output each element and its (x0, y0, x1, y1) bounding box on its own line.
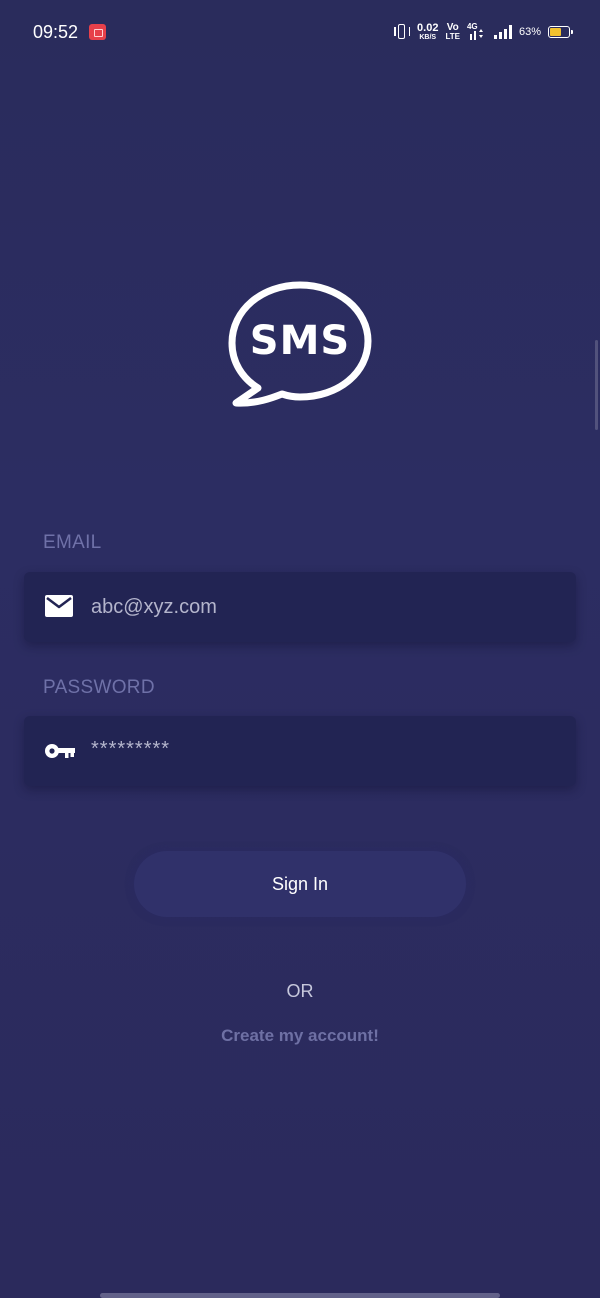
vibrate-icon (394, 23, 411, 41)
mail-icon (45, 595, 73, 617)
status-icons: 0.02 KB/S Vo LTE 4G 63% (394, 20, 573, 44)
password-label: PASSWORD (43, 677, 155, 698)
battery-icon (548, 26, 573, 38)
signal-4g-icon: 4G (467, 22, 487, 42)
signal-bars-icon (493, 25, 512, 39)
network-speed: 0.02 KB/S (417, 22, 439, 42)
battery-level-fill (550, 28, 561, 36)
volte-icon: Vo LTE (445, 23, 460, 41)
sign-in-button[interactable]: Sign In (134, 851, 466, 917)
volte-bottom-text: LTE (445, 32, 460, 41)
recording-icon (89, 24, 106, 40)
email-input[interactable] (91, 596, 556, 619)
status-time: 09:52 (33, 22, 79, 42)
email-field[interactable] (24, 572, 576, 642)
email-label: EMAIL (43, 532, 102, 553)
password-input[interactable] (91, 738, 556, 761)
or-divider-text: OR (286, 981, 314, 1001)
scrollbar[interactable] (595, 340, 598, 430)
network-speed-unit: KB/S (419, 34, 437, 41)
logo-text: SMS (249, 318, 351, 364)
home-indicator[interactable] (100, 1293, 500, 1298)
battery-percent: 63% (518, 26, 541, 38)
status-bar: 09:52 0.02 KB/S Vo LTE 4G 63% (0, 0, 600, 64)
key-icon (45, 744, 75, 758)
password-field[interactable] (24, 716, 576, 786)
create-account-link[interactable]: Create my account! (0, 1026, 600, 1046)
network-speed-value: 0.02 (417, 22, 439, 34)
